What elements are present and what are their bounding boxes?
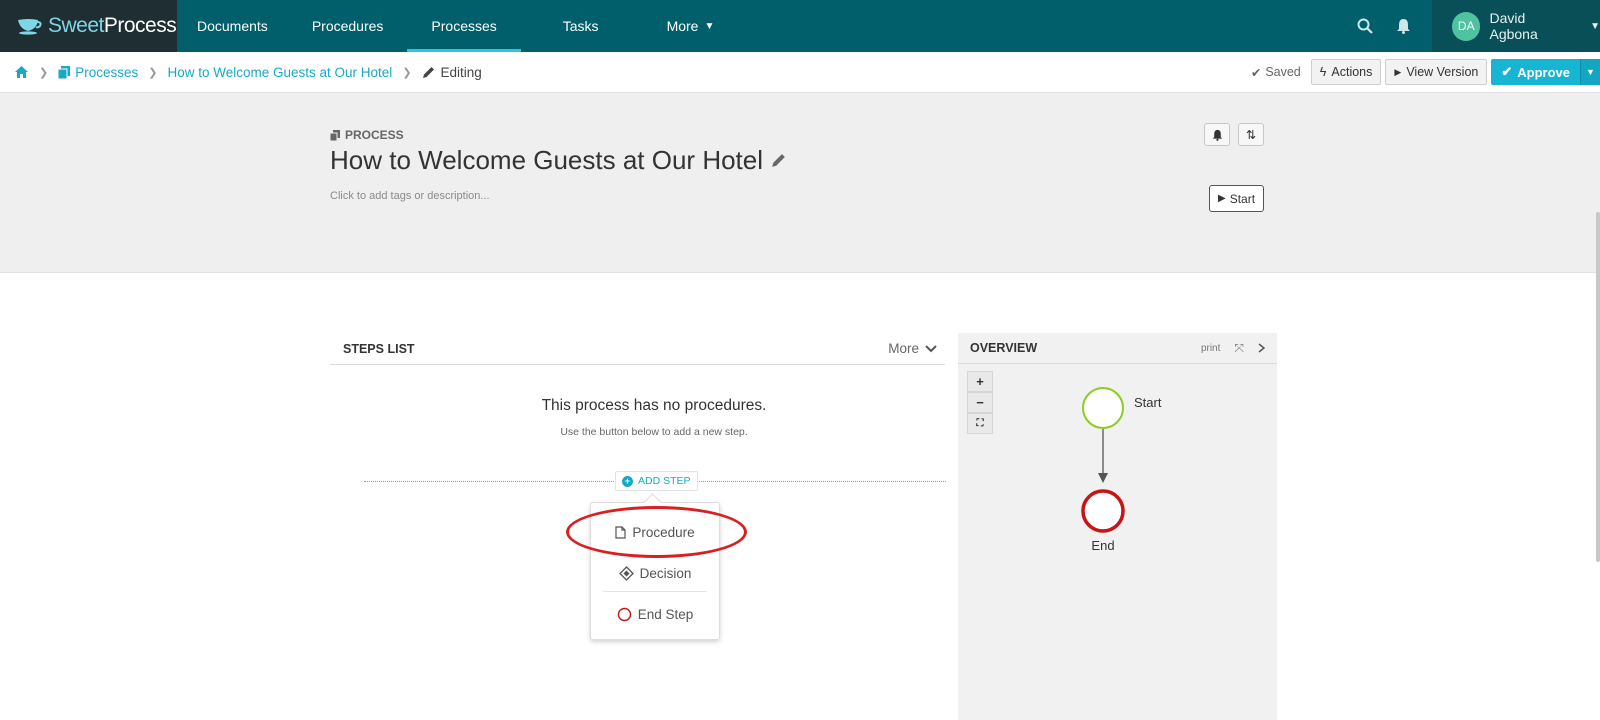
- menu-divider: [603, 591, 707, 592]
- start-button[interactable]: ▶ Start: [1209, 185, 1265, 212]
- end-node-label: End: [1091, 538, 1114, 553]
- steps-list-title: STEPS LIST: [343, 341, 415, 356]
- process-label: PROCESS: [330, 128, 404, 142]
- nav-right: DA David Agbona ▼: [1346, 0, 1600, 52]
- end-node[interactable]: [1081, 489, 1125, 533]
- pencil-icon[interactable]: [771, 153, 786, 168]
- nav-procedures[interactable]: Procedures: [288, 0, 408, 52]
- menu-item-procedure[interactable]: Procedure: [591, 517, 719, 547]
- breadcrumb-processes[interactable]: Processes: [58, 65, 138, 80]
- nav-documents[interactable]: Documents: [177, 0, 288, 52]
- overview-panel: OVERVIEW print ⤧ + − ⛶ Start End: [958, 333, 1277, 720]
- approve-button[interactable]: ✔ Approve: [1491, 59, 1580, 85]
- start-node[interactable]: [1082, 387, 1124, 429]
- brand-name: SweetProcess: [48, 14, 177, 37]
- check-icon: ✔: [1250, 65, 1262, 80]
- chevron-right-icon: ❯: [148, 66, 158, 79]
- play-icon: ▶: [1218, 193, 1226, 204]
- menu-item-decision[interactable]: Decision: [591, 558, 719, 588]
- diamond-icon: [618, 565, 634, 581]
- steps-list-header: STEPS LIST More: [330, 333, 945, 365]
- sort-icon: ⇅: [1245, 127, 1257, 142]
- view-version-button[interactable]: ▶ View Version: [1385, 59, 1488, 85]
- nav-tasks[interactable]: Tasks: [521, 0, 647, 52]
- copy-icon: [330, 129, 340, 141]
- caret-right-icon: ▶: [1394, 66, 1402, 77]
- teacup-icon: [18, 19, 42, 35]
- steps-more-button[interactable]: More: [888, 341, 937, 356]
- bolt-icon: ϟ: [1319, 65, 1327, 79]
- main-nav: Documents Procedures Processes Tasks Mor…: [177, 0, 734, 52]
- home-icon[interactable]: [14, 65, 29, 79]
- empty-state-title: This process has no procedures.: [541, 397, 767, 414]
- plus-circle-icon: +: [622, 475, 633, 487]
- page-scrollbar[interactable]: [1596, 212, 1600, 562]
- breadcrumb-process-name[interactable]: How to Welcome Guests at Our Hotel: [167, 65, 392, 80]
- copy-icon: [58, 65, 71, 79]
- avatar: DA: [1452, 11, 1481, 41]
- chevron-right-icon: ❯: [402, 66, 412, 79]
- empty-state-subtitle: Use the button below to add a new step.: [560, 426, 748, 438]
- brand-logo[interactable]: SweetProcess: [0, 0, 177, 52]
- bell-icon: [1212, 129, 1222, 141]
- arrowhead: [1098, 473, 1108, 483]
- chevron-down-icon: [925, 344, 937, 352]
- user-name: David Agbona: [1489, 10, 1538, 42]
- sort-button[interactable]: ⇅: [1238, 123, 1264, 146]
- circle-icon: [617, 607, 631, 621]
- user-menu[interactable]: DA David Agbona ▼: [1432, 0, 1600, 52]
- nav-more[interactable]: More ▼: [647, 0, 735, 52]
- process-header: PROCESS How to Welcome Guests at Our Hot…: [0, 93, 1600, 273]
- breadcrumb-current: Editing: [422, 65, 482, 80]
- check-icon: ✔: [1501, 64, 1513, 79]
- chevron-down-icon: ▼: [704, 20, 715, 32]
- chevron-down-icon: ▼: [1590, 20, 1600, 32]
- menu-item-end-step[interactable]: End Step: [591, 599, 719, 629]
- search-icon[interactable]: [1346, 0, 1384, 52]
- saved-status: ✔ Saved: [1250, 65, 1301, 80]
- description-placeholder[interactable]: Click to add tags or description...: [330, 190, 490, 202]
- bell-icon[interactable]: [1384, 0, 1422, 52]
- page-title[interactable]: How to Welcome Guests at Our Hotel: [330, 145, 786, 176]
- pencil-icon: [422, 66, 434, 78]
- approve-dropdown-caret[interactable]: ▼: [1580, 59, 1600, 85]
- top-navbar: SweetProcess Documents Procedures Proces…: [0, 0, 1600, 52]
- document-icon: [615, 525, 626, 539]
- actions-button[interactable]: ϟ Actions: [1310, 59, 1382, 85]
- start-node-label: Start: [1134, 395, 1162, 410]
- add-step-menu: Procedure Decision End Step: [590, 502, 720, 640]
- add-step-button[interactable]: + ADD STEP: [615, 471, 698, 491]
- nav-processes[interactable]: Processes: [407, 0, 522, 52]
- notification-button[interactable]: [1204, 123, 1230, 146]
- chevron-right-icon: ❯: [39, 66, 49, 79]
- breadcrumb: ❯ Processes ❯ How to Welcome Guests at O…: [0, 52, 1600, 93]
- process-diagram: Start End: [1081, 387, 1162, 553]
- toolbar: ✔ Saved ϟ Actions ▶ View Version ✔ Approve ▼: [1251, 59, 1600, 85]
